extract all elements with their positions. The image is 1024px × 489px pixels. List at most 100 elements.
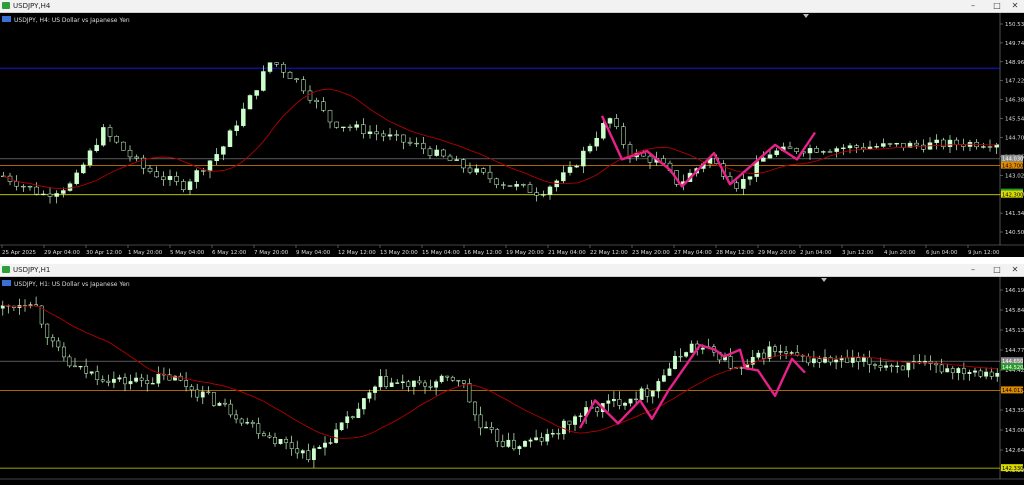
candle-body: [14, 181, 19, 187]
chart-canvas-h4[interactable]: USDJPY, H4: US Dollar vs Japanese Yen 150…: [0, 13, 1024, 257]
candle-body: [887, 143, 893, 145]
price-chart-h1[interactable]: USDJPY, H1: US Dollar vs Japanese Yen 146…: [0, 277, 1024, 485]
candle-body: [111, 378, 116, 383]
candle-body: [961, 368, 966, 374]
candle-body: [494, 178, 499, 185]
candle-body: [661, 375, 666, 382]
price-marker-text: 142.330: [1002, 466, 1023, 472]
time-tick-label: 6 Jun 04:00: [926, 250, 958, 256]
candle-body: [445, 375, 450, 378]
candle-body: [417, 380, 422, 384]
price-tick-label: 143.355: [1005, 408, 1024, 414]
maximize-button[interactable]: □: [987, 0, 1007, 12]
candle-body: [106, 380, 111, 383]
time-tick-label: 19 May 20:00: [506, 250, 544, 256]
time-tick-label: 28 May 12:00: [716, 250, 754, 256]
candle-body: [87, 150, 93, 166]
candle-body: [487, 171, 493, 180]
candle-body: [434, 149, 439, 156]
candle-body: [484, 426, 489, 429]
candle-body: [294, 78, 299, 80]
candle-body: [581, 150, 586, 167]
candle-body: [541, 194, 546, 196]
candle-body: [161, 176, 166, 180]
window-titlebar[interactable]: USDJPY,H1 – □ ✕: [0, 264, 1024, 277]
candle-body: [901, 143, 906, 148]
candle-body: [211, 392, 216, 406]
candle-body: [181, 181, 186, 190]
candle-body: [439, 375, 444, 382]
maximize-button[interactable]: □: [987, 264, 1007, 276]
candle-body: [794, 148, 799, 152]
candle-body: [174, 176, 179, 182]
candle-body: [206, 391, 211, 393]
candle-body: [194, 170, 199, 182]
candle-body: [628, 398, 633, 404]
candle-body: [347, 126, 353, 129]
window-titlebar[interactable]: USDJPY,H4 – □ ✕: [0, 0, 1024, 13]
price-tick-label: 146.195: [1005, 288, 1024, 294]
symbol-flag-icon: [2, 280, 11, 286]
candle-body: [784, 351, 789, 354]
candle-body: [367, 131, 373, 134]
candle-body: [847, 145, 853, 149]
candle-body: [147, 167, 153, 172]
candle-body: [534, 437, 539, 441]
close-button[interactable]: ✕: [1005, 264, 1024, 276]
candle-body: [756, 352, 761, 358]
candle-body: [107, 127, 113, 137]
minimize-button[interactable]: –: [963, 264, 983, 276]
candle-body: [74, 172, 79, 184]
candle-body: [567, 420, 572, 425]
chart-window-h4[interactable]: USDJPY,H4 – □ ✕ USDJPY, H4: US Dollar vs…: [0, 0, 1024, 257]
price-marker-text: 142.300: [1002, 192, 1023, 198]
candle-body: [506, 439, 511, 447]
candle-body: [406, 381, 411, 387]
moving-average-line: [3, 88, 997, 190]
candle-body: [234, 125, 239, 131]
candle-body: [850, 357, 855, 363]
candle-body: [361, 398, 366, 410]
candle-body: [145, 380, 150, 384]
minimize-button[interactable]: –: [963, 0, 983, 12]
chart-canvas-h1[interactable]: USDJPY, H1: US Dollar vs Japanese Yen 146…: [0, 277, 1024, 485]
candle-body: [854, 145, 859, 148]
candle-body: [495, 429, 500, 442]
price-tick-label: 143.000: [1005, 428, 1024, 434]
candle-body: [154, 171, 159, 178]
candle-body: [667, 368, 672, 376]
candle-body: [200, 391, 205, 398]
candle-body: [561, 420, 566, 435]
candle-body: [461, 380, 466, 384]
candle-body: [334, 429, 339, 443]
time-tick-label: 4 Jun 20:00: [884, 250, 916, 256]
time-tick-label: 1 May 20:00: [128, 250, 163, 256]
candle-body: [534, 192, 539, 196]
time-tick-label: 2 Jun 04:00: [800, 250, 832, 256]
candle-body: [645, 388, 650, 397]
candle-body: [914, 142, 919, 146]
candle-body: [934, 139, 939, 143]
candle-body: [656, 381, 661, 392]
candle-body: [894, 143, 899, 145]
candle-body: [528, 439, 533, 442]
close-button[interactable]: ✕: [1005, 0, 1024, 12]
candle-body: [500, 441, 505, 447]
candle-body: [578, 415, 583, 417]
candle-body: [734, 182, 739, 189]
candle-body: [128, 381, 133, 385]
candle-body: [234, 414, 239, 420]
chart-window-h1[interactable]: USDJPY,H1 – □ ✕ USDJPY, H1: US Dollar vs…: [0, 264, 1024, 485]
candle-body: [774, 150, 779, 155]
candle-body: [467, 167, 473, 173]
candle-body: [673, 355, 677, 370]
time-tick-label: 25 Apr 2025: [2, 250, 37, 256]
candle-body: [328, 442, 333, 444]
candle-body: [323, 442, 327, 448]
price-chart-h4[interactable]: USDJPY, H4: US Dollar vs Japanese Yen 150…: [0, 13, 1024, 257]
price-tick-label: 147.220: [1005, 79, 1024, 85]
candle-body: [317, 447, 322, 449]
candle-body: [561, 172, 566, 182]
candle-body: [845, 357, 850, 363]
candle-body: [373, 386, 377, 393]
